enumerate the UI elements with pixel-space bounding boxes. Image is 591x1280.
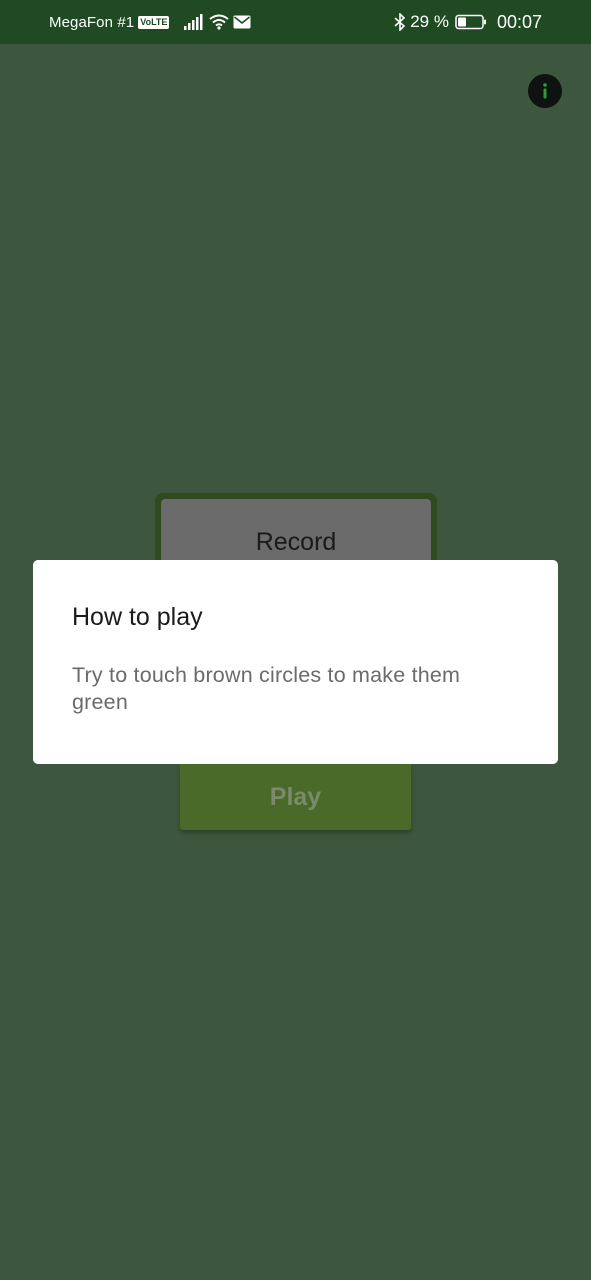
clock: 00:07 — [496, 11, 542, 32]
bluetooth-icon — [394, 13, 406, 31]
info-button[interactable] — [528, 74, 562, 108]
record-button[interactable]: Record — [161, 499, 431, 567]
dialog-title: How to play — [72, 603, 203, 631]
carrier-name: MegaFon #1 — [49, 13, 135, 31]
how-to-play-dialog: How to play Try to touch brown circles t… — [33, 560, 558, 764]
dialog-message: Try to touch brown circles to make them … — [72, 663, 461, 714]
info-icon — [543, 83, 547, 99]
play-button-label: Play — [269, 782, 322, 811]
status-bar-right: 29 % 00:07 — [388, 12, 542, 33]
volte-badge: VoLTE — [138, 15, 170, 29]
status-bar-left: MegaFon #1 VoLTE — [49, 14, 251, 31]
battery-icon — [455, 14, 487, 30]
status-bar: MegaFon #1 VoLTE 29 % 00:07 — [0, 0, 591, 44]
signal-icon — [183, 14, 203, 30]
play-button[interactable]: Play — [180, 764, 411, 830]
wifi-icon — [209, 14, 230, 30]
battery-percent: 29 % — [410, 12, 449, 31]
mail-icon — [233, 15, 251, 29]
